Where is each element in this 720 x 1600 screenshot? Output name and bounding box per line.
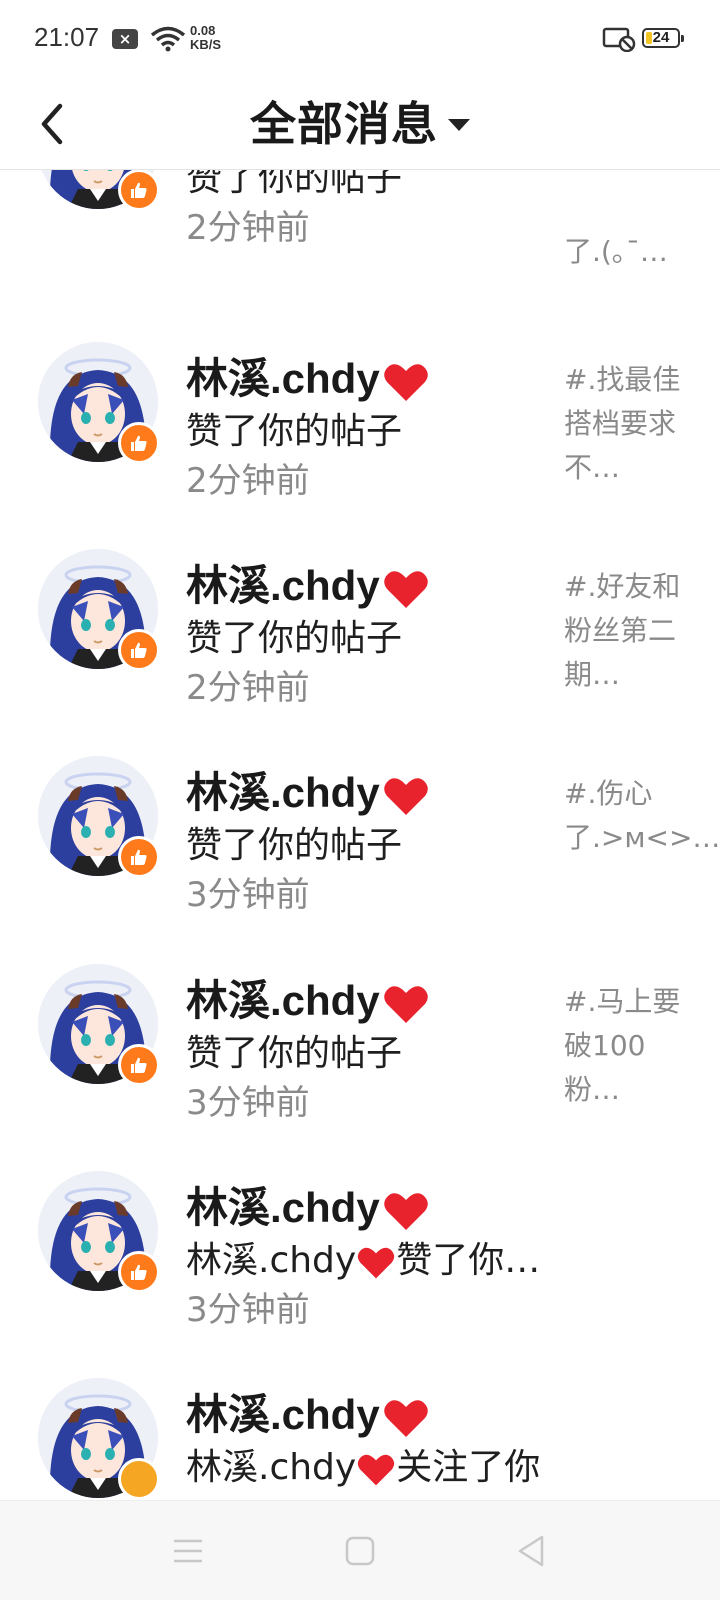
message-time: 3分钟前 [186,1290,310,1330]
message-time: 2分钟前 [186,208,310,248]
user-name[interactable]: 林溪.chdy [186,759,430,820]
action-text: 赞了你… [396,1240,541,1281]
user-name-text: 林溪.chdy [186,769,380,816]
user-name[interactable]: 林溪.chdy [186,1174,430,1235]
notification-x-icon: × [112,29,138,49]
wifi-icon [150,26,186,52]
message-item[interactable]: 赞了你的帖子 2分钟前 了.(｡¯… [0,170,720,277]
caret-down-icon [448,118,470,131]
message-action: 林溪.chdy 关注了你 [186,1438,540,1490]
user-name-text: 林溪.chdy [186,562,380,609]
message-time: 3分钟前 [186,1083,310,1123]
user-name[interactable]: 林溪.chdy [186,1381,430,1442]
network-speed: 0.08 KB/S [190,24,221,52]
message-action: 赞了你的帖子 [186,1033,403,1074]
message-item[interactable]: 林溪.chdy 林溪.chdy 赞了你… 3分钟前 [0,1147,720,1359]
heart-icon [383,1193,428,1230]
user-name[interactable]: 林溪.chdy [186,967,430,1028]
post-preview[interactable]: 了.(｡¯… [564,230,694,274]
post-preview[interactable]: #.伤心了.>ᴍ<>… [564,772,720,860]
battery-level: 24 [652,29,670,46]
like-badge-icon [118,836,160,878]
status-time: 21:07 [34,22,100,52]
status-bar: 21:07 × 0.08 KB/S 24 [0,0,720,80]
message-time: 3分钟前 [186,875,310,915]
like-badge-icon [118,422,160,464]
message-action: 赞了你的帖子 [186,618,403,659]
post-preview[interactable]: #.马上要破100粉… [564,980,694,1112]
action-user-name: 林溪.chdy [186,1447,357,1488]
like-badge-icon [118,1044,160,1086]
heart-icon [358,1247,395,1278]
follow-badge-icon [118,1458,160,1500]
like-badge-icon [118,1251,160,1293]
message-time: 2分钟前 [186,461,310,501]
message-item[interactable]: 林溪.chdy 赞了你的帖子 2分钟前 #.好友和粉丝第二期… [0,525,720,737]
avatar[interactable] [38,1378,160,1500]
battery-icon: 24 [642,28,684,48]
screen-cast-icon [602,27,636,52]
app-header: 全部消息 [0,80,720,170]
message-item[interactable]: 林溪.chdy 赞了你的帖子 3分钟前 #.伤心了.>ᴍ<>… [0,732,720,944]
message-action: 赞了你的帖子 [186,825,403,866]
user-name-text: 林溪.chdy [186,355,380,402]
heart-icon [383,364,428,401]
message-list[interactable]: 赞了你的帖子 2分钟前 了.(｡¯… 林溪.chdy 赞了你的帖子 2分钟前 #… [0,170,720,1500]
heart-icon [358,1454,395,1485]
avatar[interactable] [38,170,160,211]
user-name[interactable]: 林溪.chdy [186,552,430,613]
net-speed-unit: KB/S [190,37,222,52]
avatar[interactable] [38,549,160,671]
heart-icon [383,1400,428,1437]
avatar[interactable] [38,1171,160,1293]
message-item[interactable]: 林溪.chdy 赞了你的帖子 3分钟前 #.马上要破100粉… [0,940,720,1152]
heart-icon [383,571,428,608]
message-item[interactable]: 林溪.chdy 赞了你的帖子 2分钟前 #.找最佳搭档要求不… [0,318,720,530]
user-name-text: 林溪.chdy [186,1184,380,1231]
message-action: 赞了你的帖子 [186,170,403,199]
back-triangle-icon[interactable] [512,1531,552,1571]
menu-icon[interactable] [168,1531,208,1571]
user-name-text: 林溪.chdy [186,1391,380,1438]
message-filter-dropdown[interactable]: 全部消息 [0,88,720,154]
heart-icon [383,778,428,815]
home-square-icon[interactable] [340,1531,380,1571]
post-preview[interactable]: #.好友和粉丝第二期… [564,565,694,697]
like-badge-icon [118,629,160,671]
user-name[interactable]: 林溪.chdy [186,345,430,406]
action-user-name: 林溪.chdy [186,1240,357,1281]
message-action: 林溪.chdy 赞了你… [186,1231,540,1283]
heart-icon [383,986,428,1023]
message-time: 2分钟前 [186,668,310,708]
system-nav-bar [0,1500,720,1600]
user-name-text: 林溪.chdy [186,977,380,1024]
avatar[interactable] [38,964,160,1086]
page-title: 全部消息 [250,97,438,151]
action-text: 关注了你 [396,1447,541,1488]
like-badge-icon [118,170,160,211]
avatar[interactable] [38,756,160,878]
net-speed-value: 0.08 [190,23,216,38]
post-preview[interactable]: #.找最佳搭档要求不… [564,358,694,490]
avatar[interactable] [38,342,160,464]
message-action: 赞了你的帖子 [186,411,403,452]
message-item[interactable]: 林溪.chdy 林溪.chdy 关注了你 [0,1354,720,1500]
